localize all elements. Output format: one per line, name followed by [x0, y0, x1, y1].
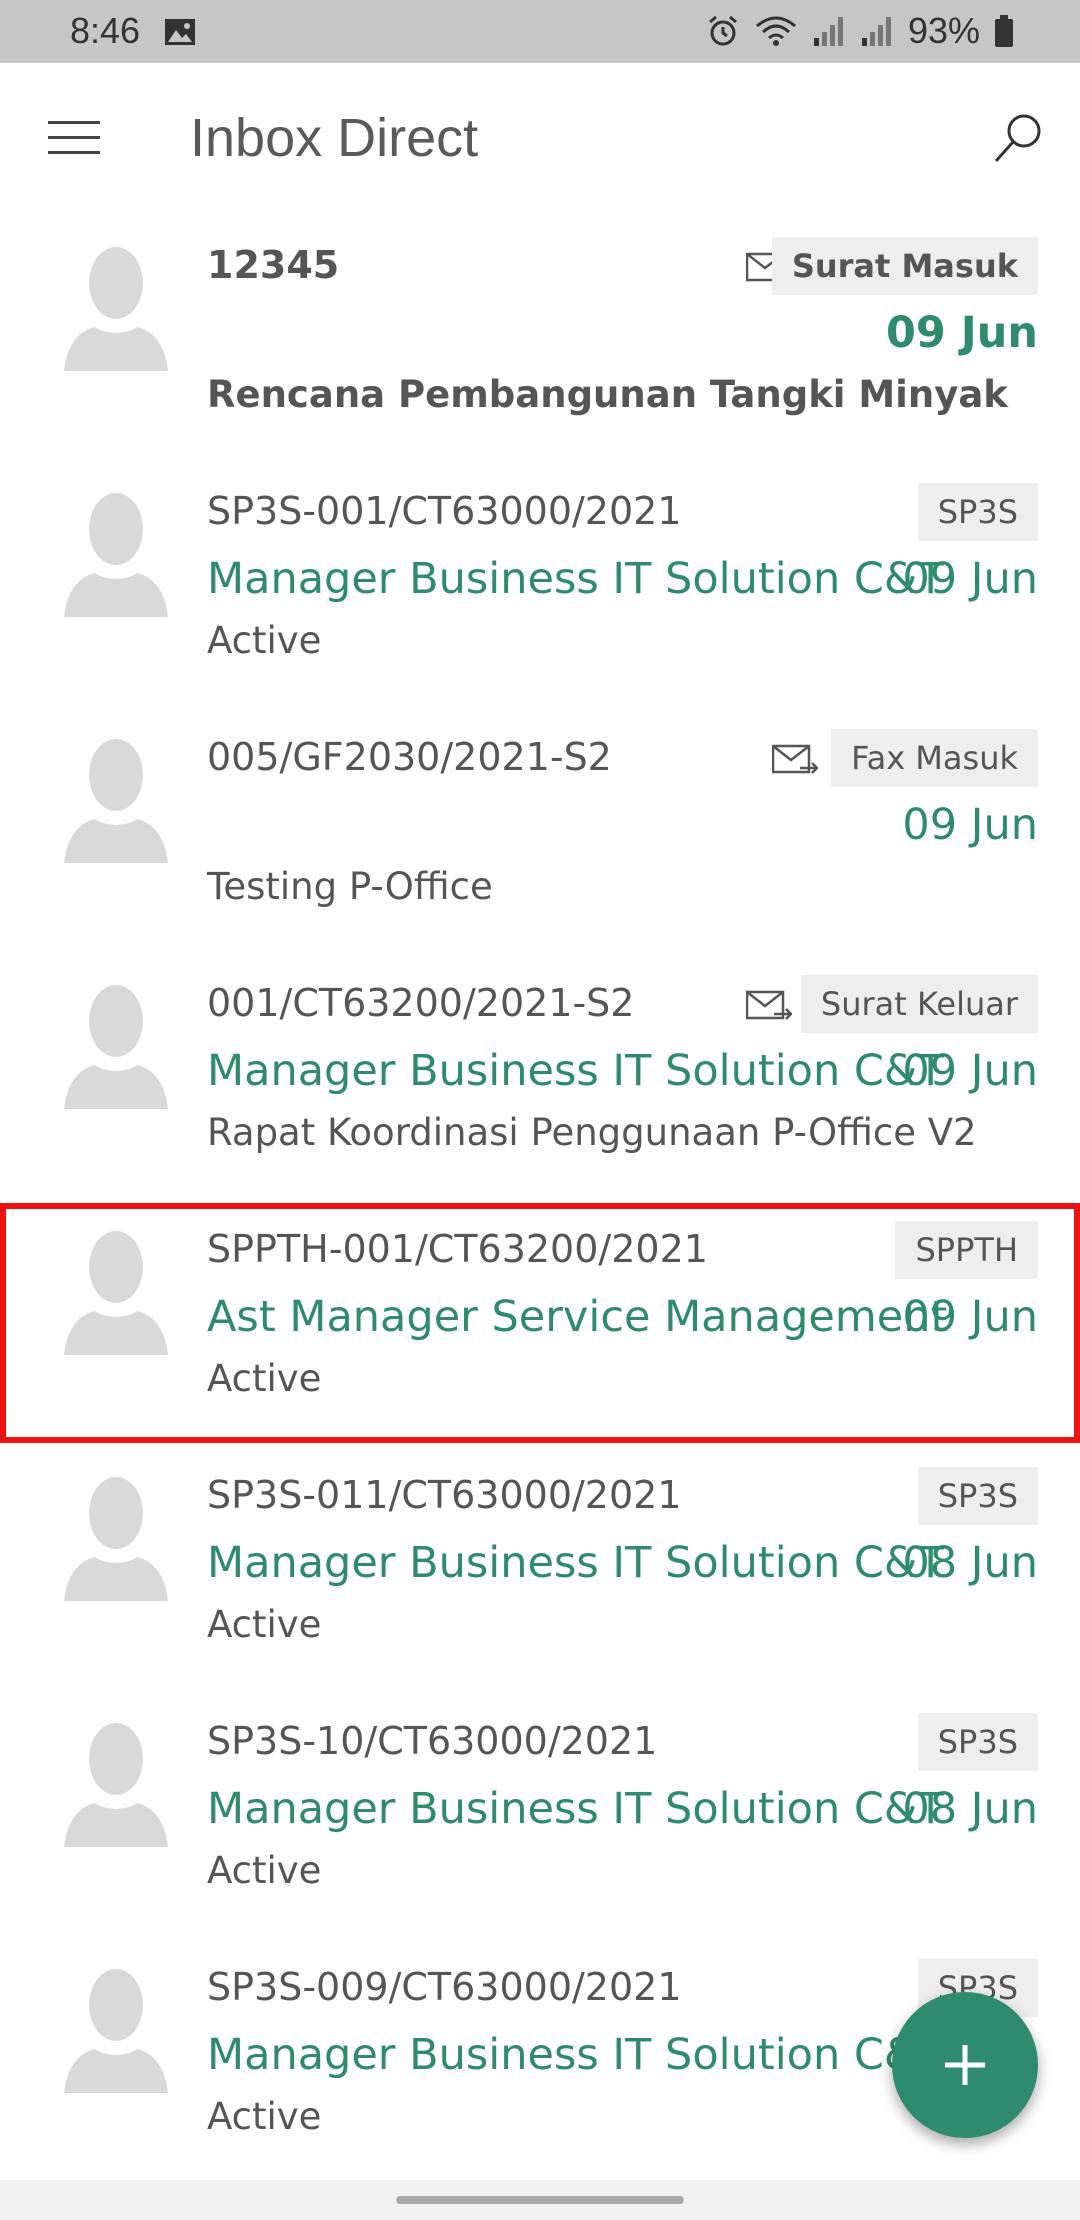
item-subject: Rapat Koordinasi Penggunaan P-Office V2 — [207, 1111, 977, 1154]
list-item[interactable]: SP3S-011/CT63000/2021 SP3S Manager Busin… — [0, 1443, 1080, 1689]
item-date: 09 Jun — [902, 554, 1038, 604]
list-item[interactable]: 001/CT63200/2021-S2 Surat Keluar Manager… — [0, 951, 1080, 1197]
list-item[interactable]: SPPTH-001/CT63200/2021 SPPTH Ast Manager… — [0, 1197, 1080, 1443]
item-sender: Manager Business IT Solution C&T — [207, 1046, 944, 1096]
item-date: 08 Jun — [902, 1538, 1038, 1588]
search-icon[interactable] — [992, 111, 1044, 167]
avatar — [64, 247, 168, 371]
avatar — [64, 739, 168, 863]
item-reference: SP3S-011/CT63000/2021 — [207, 1473, 682, 1517]
type-badge: SP3S — [917, 483, 1038, 541]
status-time: 8:46 — [70, 10, 141, 51]
item-date: 09 Jun — [902, 1046, 1038, 1096]
item-sender: Manager Business IT Solution C&T — [207, 1538, 944, 1588]
type-badge: Surat Keluar — [800, 975, 1038, 1033]
status-bar: 8:46 93% — [0, 0, 1080, 63]
status-icons: 93% — [706, 10, 1014, 52]
item-subject: Rencana Pembangunan Tangki Minyak — [207, 373, 1008, 416]
mail-icon — [746, 990, 792, 1021]
avatar — [64, 1477, 168, 1601]
alarm-icon — [708, 15, 737, 46]
list-item[interactable]: SP3S-10/CT63000/2021 SP3S Manager Busine… — [0, 1689, 1080, 1935]
item-reference: SP3S-10/CT63000/2021 — [207, 1719, 658, 1763]
item-subject: Active — [207, 1849, 322, 1892]
item-subject: Active — [207, 2095, 322, 2138]
type-badge: SP3S — [917, 1713, 1038, 1771]
wifi-icon — [755, 16, 796, 46]
type-badge: Fax Masuk — [831, 729, 1038, 787]
item-reference: 005/GF2030/2021-S2 — [207, 735, 612, 779]
item-reference: SPPTH-001/CT63200/2021 — [207, 1227, 708, 1271]
avatar — [64, 1231, 168, 1355]
item-date: 09 Jun — [902, 800, 1038, 850]
page-title: Inbox Direct — [190, 108, 479, 168]
battery-icon — [995, 15, 1013, 47]
battery-percent: 93% — [907, 10, 980, 51]
item-subject: Active — [207, 1357, 322, 1400]
avatar — [64, 493, 168, 617]
item-sender: Manager Business IT Solution C&T — [207, 1784, 944, 1834]
type-badge: SPPTH — [895, 1221, 1038, 1279]
item-sender: Ast Manager Service Management — [207, 1292, 948, 1342]
item-reference: 001/CT63200/2021-S2 — [207, 981, 635, 1025]
navigation-bar — [0, 2180, 1080, 2220]
mail-icon — [772, 744, 818, 775]
item-date: 09 Jun — [902, 1292, 1038, 1342]
item-reference: 12345 — [207, 243, 340, 287]
item-reference: SP3S-009/CT63000/2021 — [207, 1965, 682, 2009]
type-badge: Surat Masuk — [771, 237, 1038, 295]
avatar — [64, 1969, 168, 2093]
list-item[interactable]: 12345 Surat Masuk 09 Jun Rencana Pembang… — [0, 213, 1080, 459]
plus-icon — [945, 2045, 985, 2085]
item-sender: Manager Business IT Solution C&T — [207, 554, 944, 604]
list-item[interactable]: 005/GF2030/2021-S2 Fax Masuk 09 Jun Test… — [0, 705, 1080, 951]
item-date: 09 Jun — [885, 308, 1038, 358]
item-subject: Active — [207, 619, 322, 662]
item-subject: Testing P-Office — [207, 865, 493, 908]
avatar — [64, 1723, 168, 1847]
hamburger-icon[interactable] — [48, 121, 100, 157]
item-subject: Active — [207, 1603, 322, 1646]
item-reference: SP3S-001/CT63000/2021 — [207, 489, 682, 533]
type-badge: SP3S — [917, 1467, 1038, 1525]
item-sender: Manager Business IT Solution C&T — [207, 2030, 944, 2080]
item-date: 08 Jun — [902, 1784, 1038, 1834]
add-button[interactable] — [892, 1992, 1038, 2138]
app-bar: Inbox Direct — [0, 63, 1080, 213]
image-icon — [165, 19, 195, 45]
avatar — [64, 985, 168, 1109]
list-item[interactable]: SP3S-001/CT63000/2021 SP3S Manager Busin… — [0, 459, 1080, 705]
signal-icon — [861, 17, 891, 46]
signal-icon — [813, 17, 843, 46]
home-handle[interactable] — [396, 2196, 684, 2204]
